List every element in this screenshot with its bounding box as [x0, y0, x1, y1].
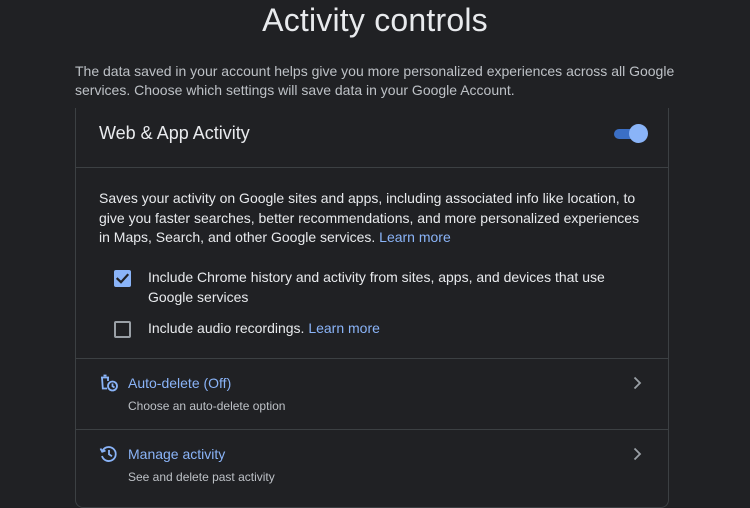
history-icon: [99, 446, 117, 462]
card-header: Web & App Activity: [76, 108, 668, 168]
audio-recordings-label: Include audio recordings. Learn more: [148, 319, 648, 339]
auto-delete-subtitle: Choose an auto-delete option: [128, 399, 286, 413]
learn-more-link[interactable]: Learn more: [379, 229, 451, 245]
chrome-history-label: Include Chrome history and activity from…: [148, 269, 605, 305]
manage-activity-title: Manage activity: [128, 446, 226, 462]
chevron-right-icon: [633, 447, 642, 461]
manage-activity-row[interactable]: Manage activity See and delete past acti…: [76, 430, 668, 500]
card-title: Web & App Activity: [99, 123, 250, 143]
auto-delete-row[interactable]: Auto-delete (Off) Choose an auto-delete …: [76, 359, 668, 429]
web-app-activity-card: Web & App Activity Saves your activity o…: [75, 108, 669, 508]
page-title: Activity controls: [262, 2, 488, 38]
intro-text: The data saved in your account helps giv…: [75, 63, 675, 98]
audio-recordings-checkbox[interactable]: [114, 321, 131, 338]
chevron-right-icon: [633, 376, 642, 390]
audio-learn-more-link[interactable]: Learn more: [308, 320, 380, 336]
web-app-activity-toggle[interactable]: [612, 124, 648, 144]
manage-activity-subtitle: See and delete past activity: [128, 470, 275, 484]
toggle-thumb: [629, 124, 648, 143]
auto-delete-title: Auto-delete (Off): [128, 375, 232, 391]
auto-delete-icon: [101, 374, 118, 392]
activity-description: Saves your activity on Google sites and …: [99, 189, 647, 248]
audio-recordings-text: Include audio recordings.: [148, 320, 305, 336]
chrome-history-checkbox[interactable]: [114, 270, 131, 287]
checkmark-icon: [115, 273, 130, 284]
description-text: Saves your activity on Google sites and …: [99, 190, 640, 245]
